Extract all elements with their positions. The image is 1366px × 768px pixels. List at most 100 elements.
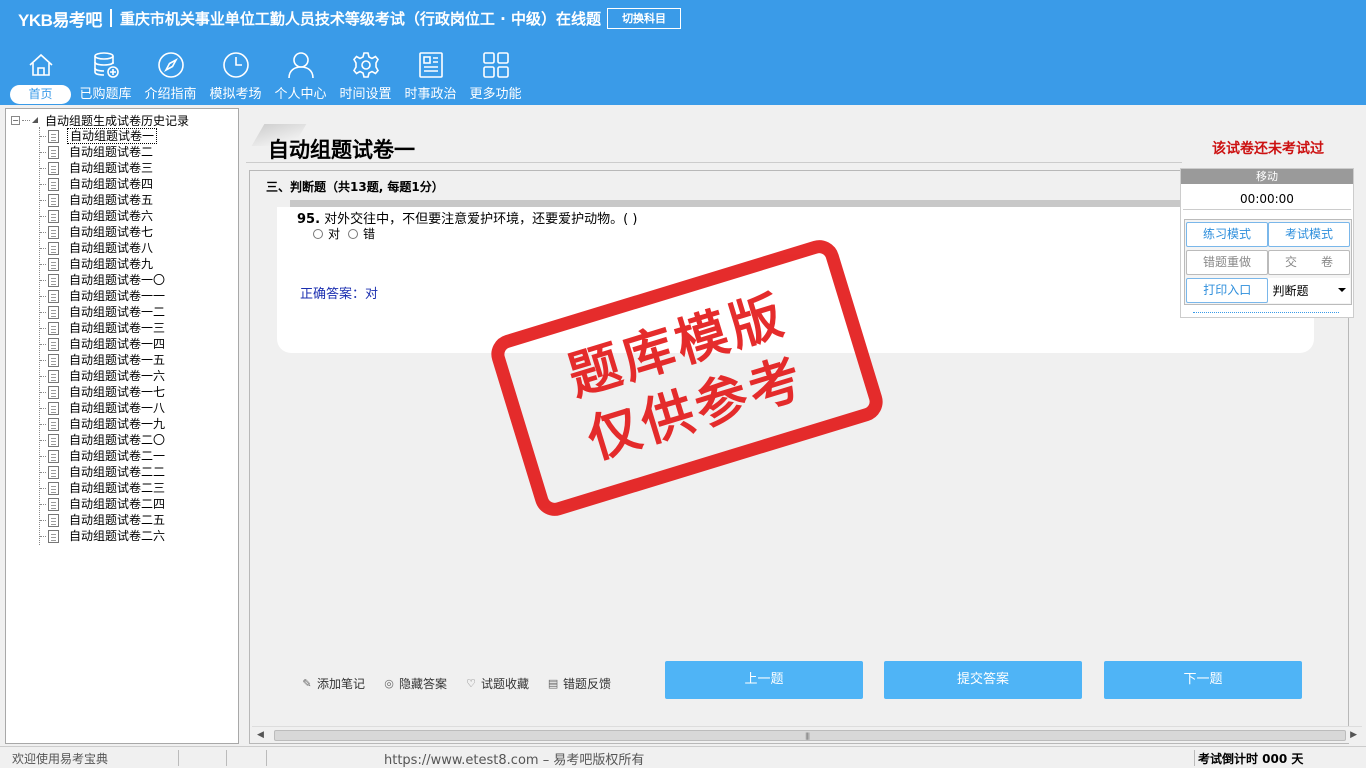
practice-mode-button[interactable]: 练习模式 xyxy=(1186,221,1268,247)
nav-home[interactable]: 首页 xyxy=(8,48,73,104)
print-entry-button[interactable]: 打印入口 xyxy=(1186,277,1269,303)
tree-connector xyxy=(40,407,46,409)
document-icon xyxy=(48,209,59,223)
document-icon xyxy=(48,497,59,511)
clock-icon xyxy=(222,52,249,78)
tree-item[interactable]: 自动组题试卷二六 xyxy=(40,528,167,544)
tree-connector xyxy=(40,199,46,201)
pencil-icon: ✎ xyxy=(302,676,312,690)
prev-question-button[interactable]: 上一题 xyxy=(665,661,863,699)
tree-root[interactable]: − 自动组题生成试卷历史记录 xyxy=(11,112,189,128)
document-icon xyxy=(48,321,59,335)
tree-connector xyxy=(40,295,46,297)
option-true-radio[interactable] xyxy=(313,228,323,239)
tool-panel: 移动 00:00:00 练习模式 考试模式 错题重做 交 卷 打印入口 判断题 xyxy=(1180,168,1354,318)
document-icon xyxy=(48,353,59,367)
tree-connector xyxy=(40,503,46,505)
redo-wrong-button[interactable]: 错题重做 xyxy=(1186,249,1268,275)
chevron-down-icon xyxy=(1338,288,1346,292)
tree-item[interactable]: 自动组题试卷二一 xyxy=(40,448,167,464)
tree-list: 自动组题试卷一 自动组题试卷二 自动组题试卷三 自动组题试卷四 自动组题试卷五 自动组题试… xyxy=(40,128,167,544)
tree-item[interactable]: 自动组题试卷一八 xyxy=(40,400,167,416)
tree-item[interactable]: 自动组题试卷二二 xyxy=(40,464,167,480)
tree-item[interactable]: 自动组题试卷六 xyxy=(40,208,167,224)
nav-affairs-label: 时事政治 xyxy=(404,87,457,102)
tree-item[interactable]: 自动组题试卷七 xyxy=(40,224,167,240)
scroll-left-icon[interactable]: ◀ xyxy=(257,730,264,740)
title-divider xyxy=(246,162,1182,163)
question-type-select[interactable]: 判断题 xyxy=(1268,277,1350,303)
tree-item-label: 自动组题试卷三 xyxy=(69,161,154,175)
nav-current-affairs[interactable]: 时事政治 xyxy=(398,48,463,104)
add-note-label: 添加笔记 xyxy=(317,677,366,691)
nav-purchased-banks[interactable]: 已购题库 xyxy=(73,48,138,104)
next-question-button[interactable]: 下一题 xyxy=(1104,661,1302,699)
nav-mock-exam[interactable]: 模拟考场 xyxy=(203,48,268,104)
tree-item-label: 自动组题试卷一五 xyxy=(69,353,166,367)
tree-item[interactable]: 自动组题试卷二〇 xyxy=(40,432,167,448)
horizontal-scrollbar[interactable]: ◀ ||| ▶ xyxy=(252,726,1362,743)
answer-options: 对 错 xyxy=(313,225,383,242)
tree-connector xyxy=(22,119,30,121)
tree-item[interactable]: 自动组题试卷一一 xyxy=(40,288,167,304)
tree-item-label: 自动组题试卷二六 xyxy=(69,529,166,543)
tree-item-label: 自动组题试卷二四 xyxy=(69,497,166,511)
app-title: 重庆市机关事业单位工勤人员技术等级考试（行政岗位工 · 中级）在线题 xyxy=(119,9,602,28)
app-header: YKB易考吧 重庆市机关事业单位工勤人员技术等级考试（行政岗位工 · 中级）在线… xyxy=(0,0,1366,105)
tree-item[interactable]: 自动组题试卷一 xyxy=(40,128,167,144)
submit-paper-button[interactable]: 交 卷 xyxy=(1268,249,1350,275)
tree-item[interactable]: 自动组题试卷二三 xyxy=(40,480,167,496)
scrollbar-thumb[interactable]: ||| xyxy=(274,730,1346,741)
document-icon xyxy=(48,161,59,175)
tool-row: 打印入口 判断题 xyxy=(1185,276,1351,304)
scroll-right-icon[interactable]: ▶ xyxy=(1350,730,1357,740)
switch-subject-button[interactable]: 切换科目 xyxy=(607,7,682,29)
tree-item[interactable]: 自动组题试卷九 xyxy=(40,256,167,272)
nav-guide[interactable]: 介绍指南 xyxy=(138,48,203,104)
tree-item-label: 自动组题试卷二三 xyxy=(69,481,166,495)
tree-connector xyxy=(40,359,46,361)
tree-item[interactable]: 自动组题试卷一四 xyxy=(40,336,167,352)
hide-answer-link[interactable]: ◎ 隐藏答案 xyxy=(383,675,447,692)
tree-item[interactable]: 自动组题试卷五 xyxy=(40,192,167,208)
status-welcome: 欢迎使用易考宝典 xyxy=(12,752,109,766)
tree-item[interactable]: 自动组题试卷一五 xyxy=(40,352,167,368)
option-false-label: 错 xyxy=(363,227,376,241)
nav-more-functions[interactable]: 更多功能 xyxy=(463,48,528,104)
option-false[interactable]: 错 xyxy=(348,225,375,242)
exam-mode-button[interactable]: 考试模式 xyxy=(1268,221,1350,247)
tree-item[interactable]: 自动组题试卷二四 xyxy=(40,496,167,512)
option-true[interactable]: 对 xyxy=(313,225,340,242)
add-note-link[interactable]: ✎ 添加笔记 xyxy=(301,675,365,692)
tree-item[interactable]: 自动组题试卷三 xyxy=(40,160,167,176)
document-icon xyxy=(48,337,59,351)
section-bar xyxy=(290,200,1190,207)
submit-answer-button[interactable]: 提交答案 xyxy=(884,661,1082,699)
option-false-radio[interactable] xyxy=(348,228,359,239)
tool-panel-drag-handle[interactable]: 移动 xyxy=(1181,169,1353,184)
tree-item[interactable]: 自动组题试卷二五 xyxy=(40,512,167,528)
tree-item[interactable]: 自动组题试卷一六 xyxy=(40,368,167,384)
favorite-link[interactable]: ♡ 试题收藏 xyxy=(465,675,529,692)
tree-item[interactable]: 自动组题试卷一〇 xyxy=(40,272,167,288)
nav-time-settings[interactable]: 时间设置 xyxy=(333,48,398,104)
tree-item-label: 自动组题试卷五 xyxy=(69,193,154,207)
tree-item[interactable]: 自动组题试卷八 xyxy=(40,240,167,256)
document-icon xyxy=(48,433,59,447)
option-true-label: 对 xyxy=(328,227,341,241)
nav-personal-center[interactable]: 个人中心 xyxy=(268,48,333,104)
tree-item[interactable]: 自动组题试卷一三 xyxy=(40,320,167,336)
tree-item[interactable]: 自动组题试卷一二 xyxy=(40,304,167,320)
tree-item[interactable]: 自动组题试卷二 xyxy=(40,144,167,160)
app-logo: YKB易考吧 xyxy=(18,10,102,30)
nav-purchased-label: 已购题库 xyxy=(79,87,132,102)
tree-connector xyxy=(40,455,46,457)
tree-connector xyxy=(40,263,46,265)
tree-collapse-toggle[interactable]: − xyxy=(11,115,20,125)
feedback-link[interactable]: ▤ 错题反馈 xyxy=(547,675,611,692)
question-type-value: 判断题 xyxy=(1272,283,1309,298)
tree-item[interactable]: 自动组题试卷一七 xyxy=(40,384,167,400)
tree-item[interactable]: 自动组题试卷一九 xyxy=(40,416,167,432)
tree-item[interactable]: 自动组题试卷四 xyxy=(40,176,167,192)
nav-more-label: 更多功能 xyxy=(469,87,522,102)
